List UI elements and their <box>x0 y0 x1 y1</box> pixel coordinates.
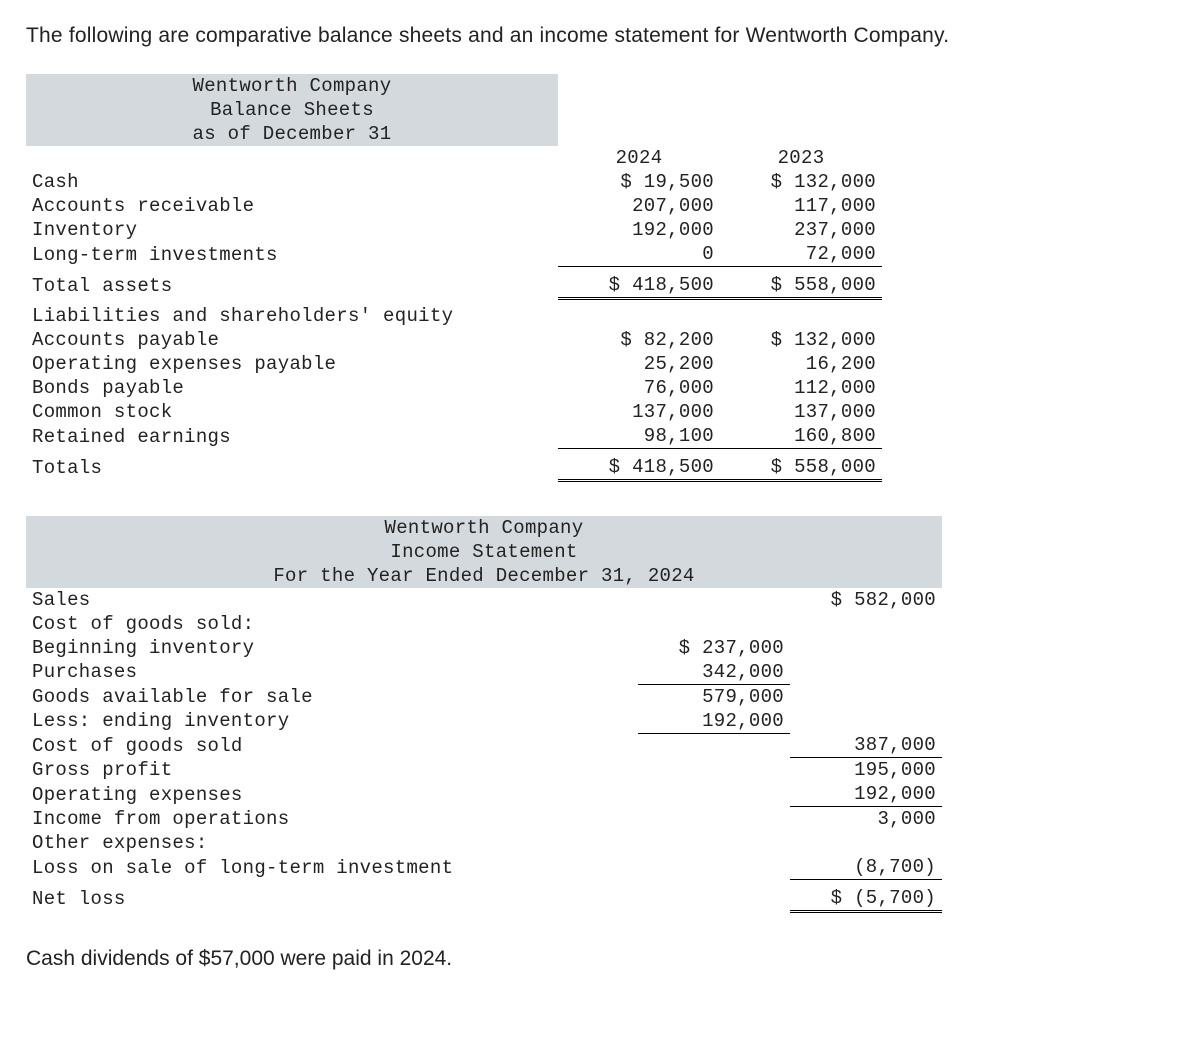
row-value-2023: 16,200 <box>720 352 882 376</box>
bs-year-2023: 2023 <box>720 146 882 170</box>
row-value-2023: 117,000 <box>720 194 882 218</box>
row-value-2024: 76,000 <box>558 376 720 400</box>
row-value-2023: 237,000 <box>720 218 882 242</box>
row-value-2023: $ 132,000 <box>720 328 882 352</box>
row-value: $ (5,700) <box>790 886 942 912</box>
table-row: Goods available for sale 579,000 <box>26 684 942 709</box>
footnote-text: Cash dividends of $57,000 were paid in 2… <box>26 947 1174 971</box>
row-label: Accounts payable <box>26 328 558 352</box>
table-row: Common stock 137,000 137,000 <box>26 400 882 424</box>
row-label: Other expenses: <box>26 831 638 855</box>
row-value: 579,000 <box>638 684 790 709</box>
table-row: Bonds payable 76,000 112,000 <box>26 376 882 400</box>
is-title-3: For the Year Ended December 31, 2024 <box>26 564 942 588</box>
row-value: 387,000 <box>790 733 942 758</box>
row-label: Beginning inventory <box>26 636 638 660</box>
row-value: 342,000 <box>638 660 790 685</box>
table-row: Beginning inventory $ 237,000 <box>26 636 942 660</box>
row-label: Liabilities and shareholders' equity <box>26 304 558 328</box>
intro-text: The following are comparative balance sh… <box>26 24 1174 48</box>
row-label: Totals <box>26 455 558 481</box>
row-label: Operating expenses payable <box>26 352 558 376</box>
row-value-2024: $ 82,200 <box>558 328 720 352</box>
row-value-2024: 137,000 <box>558 400 720 424</box>
row-value-2024: 192,000 <box>558 218 720 242</box>
table-row: Retained earnings 98,100 160,800 <box>26 424 882 449</box>
table-row: Purchases 342,000 <box>26 660 942 685</box>
row-label: Gross profit <box>26 758 638 783</box>
bs-title-2: Balance Sheets <box>26 98 558 122</box>
row-value: (8,700) <box>790 855 942 880</box>
table-row: Cash $ 19,500 $ 132,000 <box>26 170 882 194</box>
row-label: Cost of goods sold <box>26 733 638 758</box>
row-value-2024: 0 <box>558 242 720 267</box>
table-row: Loss on sale of long-term investment (8,… <box>26 855 942 880</box>
table-row: Inventory 192,000 237,000 <box>26 218 882 242</box>
row-value-2024: $ 418,500 <box>558 273 720 299</box>
row-value: $ 582,000 <box>790 588 942 612</box>
row-label: Less: ending inventory <box>26 709 638 734</box>
table-row: Operating expenses payable 25,200 16,200 <box>26 352 882 376</box>
row-value: $ 237,000 <box>638 636 790 660</box>
row-value-2023: $ 558,000 <box>720 273 882 299</box>
table-row: Less: ending inventory 192,000 <box>26 709 942 734</box>
row-label: Sales <box>26 588 638 612</box>
row-value: 3,000 <box>790 807 942 832</box>
row-value-2024: 98,100 <box>558 424 720 449</box>
row-value-2024: 25,200 <box>558 352 720 376</box>
row-label: Long-term investments <box>26 242 558 267</box>
row-label: Cash <box>26 170 558 194</box>
row-value: 192,000 <box>790 782 942 807</box>
table-row: Operating expenses 192,000 <box>26 782 942 807</box>
row-value-2024: 207,000 <box>558 194 720 218</box>
bs-title-1: Wentworth Company <box>26 74 558 98</box>
table-row: Liabilities and shareholders' equity <box>26 304 882 328</box>
row-label: Retained earnings <box>26 424 558 449</box>
table-row: Other expenses: <box>26 831 942 855</box>
row-value-2023: 112,000 <box>720 376 882 400</box>
row-label: Net loss <box>26 886 638 912</box>
row-label: Bonds payable <box>26 376 558 400</box>
row-label: Operating expenses <box>26 782 638 807</box>
row-value-2023: 160,800 <box>720 424 882 449</box>
row-value-2024: $ 418,500 <box>558 455 720 481</box>
row-value-2024: $ 19,500 <box>558 170 720 194</box>
table-row: Totals $ 418,500 $ 558,000 <box>26 455 882 481</box>
table-row: Long-term investments 0 72,000 <box>26 242 882 267</box>
row-label: Common stock <box>26 400 558 424</box>
row-label: Cost of goods sold: <box>26 612 638 636</box>
row-value: 192,000 <box>638 709 790 734</box>
row-label: Income from operations <box>26 807 638 832</box>
table-row: Cost of goods sold: <box>26 612 942 636</box>
row-label: Total assets <box>26 273 558 299</box>
is-title-2: Income Statement <box>26 540 942 564</box>
table-row: Total assets $ 418,500 $ 558,000 <box>26 273 882 299</box>
table-row: Gross profit 195,000 <box>26 758 942 783</box>
row-label: Accounts receivable <box>26 194 558 218</box>
table-row: Accounts receivable 207,000 117,000 <box>26 194 882 218</box>
table-row: Cost of goods sold 387,000 <box>26 733 942 758</box>
table-row: Sales $ 582,000 <box>26 588 942 612</box>
row-value-2023: 137,000 <box>720 400 882 424</box>
is-title-1: Wentworth Company <box>26 516 942 540</box>
row-label: Loss on sale of long-term investment <box>26 855 638 880</box>
balance-sheet-table: Wentworth Company Balance Sheets as of D… <box>26 74 882 482</box>
table-row: Income from operations 3,000 <box>26 807 942 832</box>
bs-title-3: as of December 31 <box>26 122 558 146</box>
row-label: Inventory <box>26 218 558 242</box>
row-value: 195,000 <box>790 758 942 783</box>
row-value-2023: $ 132,000 <box>720 170 882 194</box>
row-label: Purchases <box>26 660 638 685</box>
row-value-2023: 72,000 <box>720 242 882 267</box>
income-statement-table: Wentworth Company Income Statement For t… <box>26 516 942 913</box>
row-value-2023: $ 558,000 <box>720 455 882 481</box>
table-row: Accounts payable $ 82,200 $ 132,000 <box>26 328 882 352</box>
bs-year-2024: 2024 <box>558 146 720 170</box>
row-label: Goods available for sale <box>26 684 638 709</box>
table-row: Net loss $ (5,700) <box>26 886 942 912</box>
